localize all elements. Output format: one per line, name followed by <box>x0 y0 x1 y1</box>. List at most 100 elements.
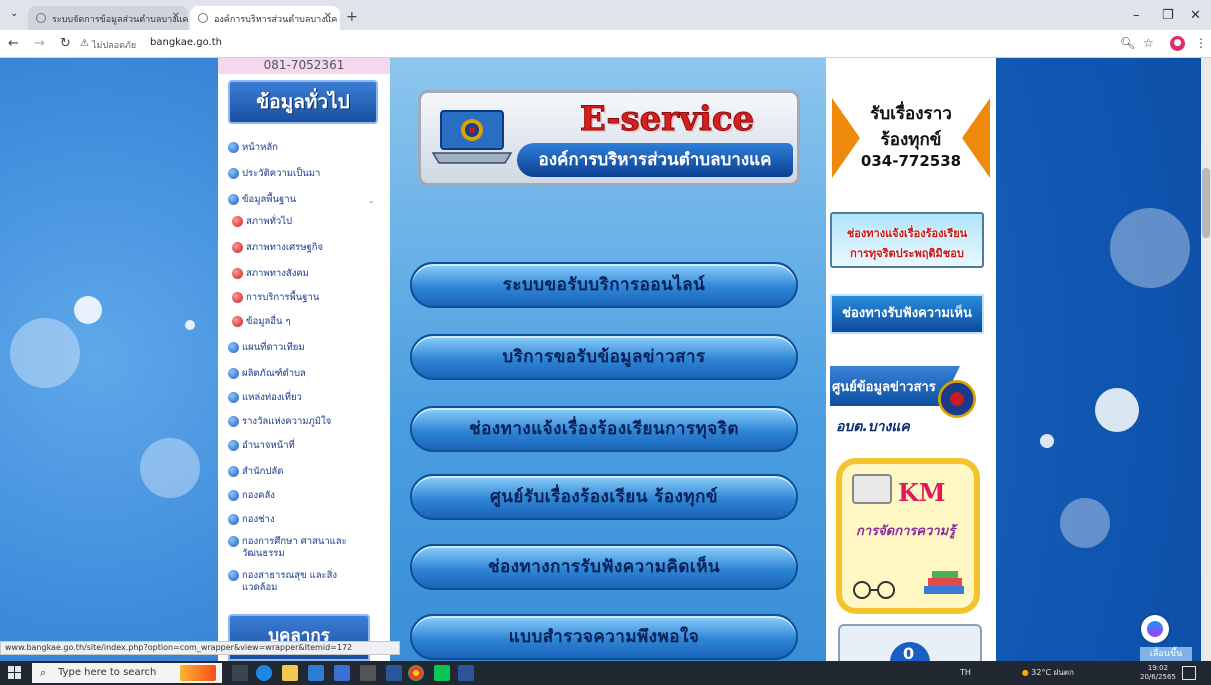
tab-1[interactable]: ระบบจัดการข้อมูลส่วนตำบลบางแค ✕ <box>28 6 188 30</box>
sidebar-item-education[interactable]: กองการศึกษา ศาสนาและวัฒนธรรม <box>228 536 372 560</box>
task-view-icon[interactable] <box>232 665 248 681</box>
news-widget-icon[interactable] <box>180 665 216 681</box>
sidebar-item-label: กองคลัง <box>242 490 275 501</box>
bottom-banner[interactable]: 0 <box>838 624 982 661</box>
sidebar-subitem-infrastructure[interactable]: การบริการพื้นฐาน <box>232 292 319 304</box>
sidebar-item-attractions[interactable]: แหล่งท่องเที่ยว <box>228 392 302 404</box>
sidebar-item-label: กองสาธารณสุข และสิ่งแวดล้อม <box>242 570 338 593</box>
profile-avatar[interactable]: ● <box>1170 36 1185 51</box>
sidebar-item-products[interactable]: ผลิตภัณฑ์ตำบล <box>228 368 306 380</box>
complaint-line-1: รับเรื่องราว <box>870 104 952 124</box>
sidebar-subitem-economy[interactable]: สภาพทางเศรษฐกิจ <box>232 242 324 254</box>
reload-icon[interactable]: ↻ <box>60 36 71 51</box>
opinion-channel-button[interactable]: ช่องทางการรับฟังความคิดเห็น <box>410 544 798 590</box>
browser-tab-bar: ⌄ ระบบจัดการข้อมูลส่วนตำบลบางแค ✕ องค์กา… <box>0 0 1211 30</box>
bookmark-star-icon[interactable]: ☆ <box>1143 36 1154 50</box>
bokeh-decoration <box>1110 208 1190 288</box>
sidebar-subitem-other[interactable]: ข้อมูลอื่น ๆ <box>232 316 291 328</box>
url-input[interactable]: bangkae.go.th <box>150 37 222 48</box>
bokeh-decoration <box>74 296 102 324</box>
windows-start-icon[interactable] <box>8 666 22 680</box>
sidebar-item-authority[interactable]: อำนาจหน้าที่ <box>228 440 295 452</box>
forward-arrow-icon[interactable]: → <box>34 36 45 51</box>
line-icon[interactable] <box>434 665 450 681</box>
sidebar-item-label: แหล่งท่องเที่ยว <box>242 392 302 403</box>
bullet-icon <box>228 168 239 179</box>
menu-dots-icon[interactable]: ⋮ <box>1195 36 1207 50</box>
opinion-channel-link[interactable]: ช่องทางรับฟังความเห็น <box>830 294 984 334</box>
close-tab-icon[interactable]: ✕ <box>172 11 180 22</box>
system-tray[interactable]: TH ● 32°C ฝนตก <box>960 666 1074 679</box>
input-language[interactable]: TH <box>960 668 971 677</box>
warning-icon[interactable]: ⚠ <box>80 38 89 49</box>
app-icon[interactable] <box>386 665 402 681</box>
close-tab-icon[interactable]: ✕ <box>324 11 332 22</box>
corruption-channel-button[interactable]: ช่องทางแจ้งเรื่องร้องเรียน การทุจริตประพ… <box>830 212 984 268</box>
km-subtitle: การจัดการความรู้ <box>856 524 956 539</box>
sidebar-item-history[interactable]: ประวัติความเป็นมา <box>228 168 321 180</box>
app-icon[interactable] <box>360 665 376 681</box>
chrome-icon[interactable] <box>408 665 424 681</box>
corruption-line-1: ช่องทางแจ้งเรื่องร้องเรียน <box>846 227 968 240</box>
sidebar-item-awards[interactable]: รางวัลแห่งความภูมิใจ <box>228 416 331 428</box>
back-arrow-icon[interactable]: ← <box>8 36 19 51</box>
online-service-button[interactable]: ระบบขอรับบริการออนไลน์ <box>410 262 798 308</box>
sidebar-item-engineering[interactable]: กองช่าง <box>228 514 275 526</box>
store-icon[interactable] <box>308 665 324 681</box>
corruption-line-2: การทุจริตประพฤติมิชอบ <box>850 247 964 260</box>
new-tab-button[interactable]: + <box>346 9 358 25</box>
info-center-banner[interactable]: ศูนย์ข้อมูลข่าวสาร อบต.บางแค <box>830 360 984 444</box>
sidebar-item-finance[interactable]: กองคลัง <box>228 490 275 502</box>
sidebar-item-basic-info[interactable]: ข้อมูลพื้นฐาน <box>228 194 297 206</box>
sidebar-item-label: สำนักปลัด <box>242 466 284 477</box>
file-explorer-icon[interactable] <box>282 665 298 681</box>
complaint-phone: 034-772538 <box>860 152 962 170</box>
complaint-center-button[interactable]: ศูนย์รับเรื่องร้องเรียน ร้องทุกข์ <box>410 474 798 520</box>
bullet-icon <box>228 490 239 501</box>
satisfaction-survey-button[interactable]: แบบสำรวจความพึงพอใจ <box>410 614 798 660</box>
scrollbar[interactable] <box>1201 58 1211 661</box>
sidebar-item-clerk-office[interactable]: สำนักปลัด <box>228 466 284 478</box>
sidebar-item-label: กองการศึกษา ศาสนาและวัฒนธรรม <box>242 536 347 559</box>
info-request-button[interactable]: บริการขอรับข้อมูลข่าวสาร <box>410 334 798 380</box>
corruption-report-button[interactable]: ช่องทางแจ้งเรื่องร้องเรียนการทุจริต <box>410 406 798 452</box>
bullet-icon <box>232 216 243 227</box>
bottom-digit: 0 <box>903 644 915 661</box>
sidebar-subitem-general[interactable]: สภาพทั่วไป <box>232 216 292 228</box>
km-banner[interactable]: KM การจัดการความรู้ <box>836 458 980 614</box>
complaint-line-2: ร้องทุกข์ <box>880 130 942 150</box>
weather-label: 32°C ฝนตก <box>1031 668 1074 677</box>
sidebar-item-label: ข้อมูลพื้นฐาน <box>242 194 297 205</box>
sidebar-heading: ข้อมูลทั่วไป <box>228 80 378 124</box>
not-secure-label[interactable]: ไม่ปลอดภัย <box>92 38 136 52</box>
right-sidebar: รับเรื่องราว ร้องทุกข์ 034-772538 ช่องทา… <box>826 58 996 661</box>
bullet-icon <box>228 194 239 205</box>
mail-icon[interactable] <box>334 665 350 681</box>
sidebar-item-satellite-map[interactable]: แผนที่ดาวเทียม <box>228 342 305 354</box>
edge-icon[interactable] <box>256 665 272 681</box>
word-icon[interactable] <box>458 665 474 681</box>
sidebar-subitem-society[interactable]: สภาพทางสังคม <box>232 268 309 280</box>
messenger-chat-button[interactable] <box>1141 615 1169 643</box>
scroll-top-button[interactable]: เลื่อนขึ้น <box>1140 647 1192 661</box>
bullet-icon <box>228 570 239 581</box>
bullet-icon <box>228 392 239 403</box>
tab-2[interactable]: องค์การบริหารส่วนตำบลบางแค จังห ✕ <box>190 6 340 30</box>
maximize-button[interactable]: ❐ <box>1162 8 1174 23</box>
sidebar-item-label: ประวัติความเป็นมา <box>242 168 321 179</box>
tab-search-icon[interactable]: ⌄ <box>10 8 18 19</box>
sidebar-item-home[interactable]: หน้าหลัก <box>228 142 278 154</box>
zoom-icon[interactable]: 🔍︎ <box>1120 36 1135 50</box>
minimize-button[interactable]: – <box>1133 8 1140 23</box>
scrollbar-thumb[interactable] <box>1202 168 1210 238</box>
bullet-icon <box>228 466 239 477</box>
chevron-down-icon[interactable]: ⌄ <box>368 196 375 205</box>
clock[interactable]: 19:02 20/6/2565 <box>1140 664 1176 682</box>
sidebar-item-public-health[interactable]: กองสาธารณสุข และสิ่งแวดล้อม <box>228 570 372 594</box>
notification-icon[interactable] <box>1182 666 1196 680</box>
sidebar-item-label: ผลิตภัณฑ์ตำบล <box>242 368 306 379</box>
sidebar-item-label: สภาพทางเศรษฐกิจ <box>246 242 324 253</box>
close-window-button[interactable]: ✕ <box>1190 8 1201 23</box>
address-bar: ← → ↻ ⚠ ไม่ปลอดภัย bangkae.go.th 🔍︎ ☆ ● … <box>0 30 1211 58</box>
complaint-banner[interactable]: รับเรื่องราว ร้องทุกข์ 034-772538 <box>832 88 990 192</box>
